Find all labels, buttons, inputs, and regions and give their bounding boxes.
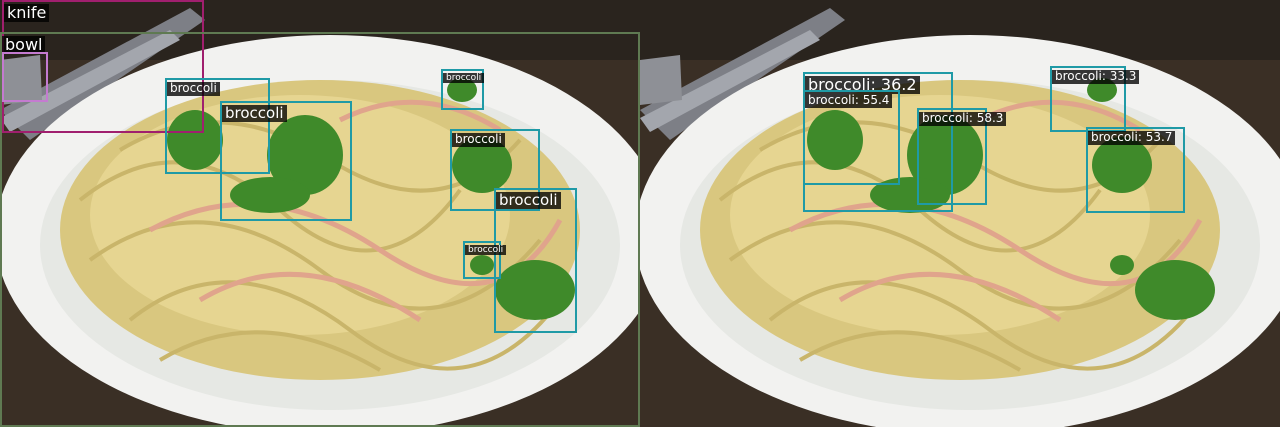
detection-box-broccoli: broccoli: 53.7	[1086, 127, 1185, 213]
detection-label: broccoli: 58.3	[919, 111, 1007, 126]
detection-label: broccoli	[167, 81, 220, 96]
detection-label: broccoli	[465, 245, 507, 256]
pasta-photo	[640, 0, 1280, 427]
left-panel: knife bowl broccoli broccoli broccoli br…	[0, 0, 640, 427]
detection-label: broccoli	[496, 191, 561, 210]
detection-box-broccoli: broccoli: 58.3	[917, 108, 1007, 205]
detection-box-broccoli: broccoli: 55.4	[803, 90, 900, 185]
detection-box-broccoli: broccoli	[441, 69, 485, 110]
comparison-image: knife bowl broccoli broccoli broccoli br…	[0, 0, 1280, 427]
detection-label: broccoli: 53.7	[1088, 130, 1176, 145]
detection-box-broccoli: broccoli	[494, 188, 577, 333]
detection-box-broccoli: broccoli	[220, 101, 352, 221]
detection-label: broccoli: 55.4	[805, 93, 893, 108]
right-panel: broccoli: 36.2 broccoli: 55.4 broccoli: …	[640, 0, 1280, 427]
detection-label: broccoli: 33.3	[1052, 69, 1140, 84]
detection-label: broccoli	[452, 132, 505, 147]
detection-label: broccoli	[443, 73, 485, 84]
detection-label: broccoli	[222, 104, 287, 123]
detection-label: knife	[4, 3, 50, 23]
detection-box-broccoli: broccoli	[463, 241, 507, 279]
detection-box-fork	[2, 52, 48, 102]
detection-box-broccoli: broccoli: 33.3	[1050, 66, 1140, 132]
